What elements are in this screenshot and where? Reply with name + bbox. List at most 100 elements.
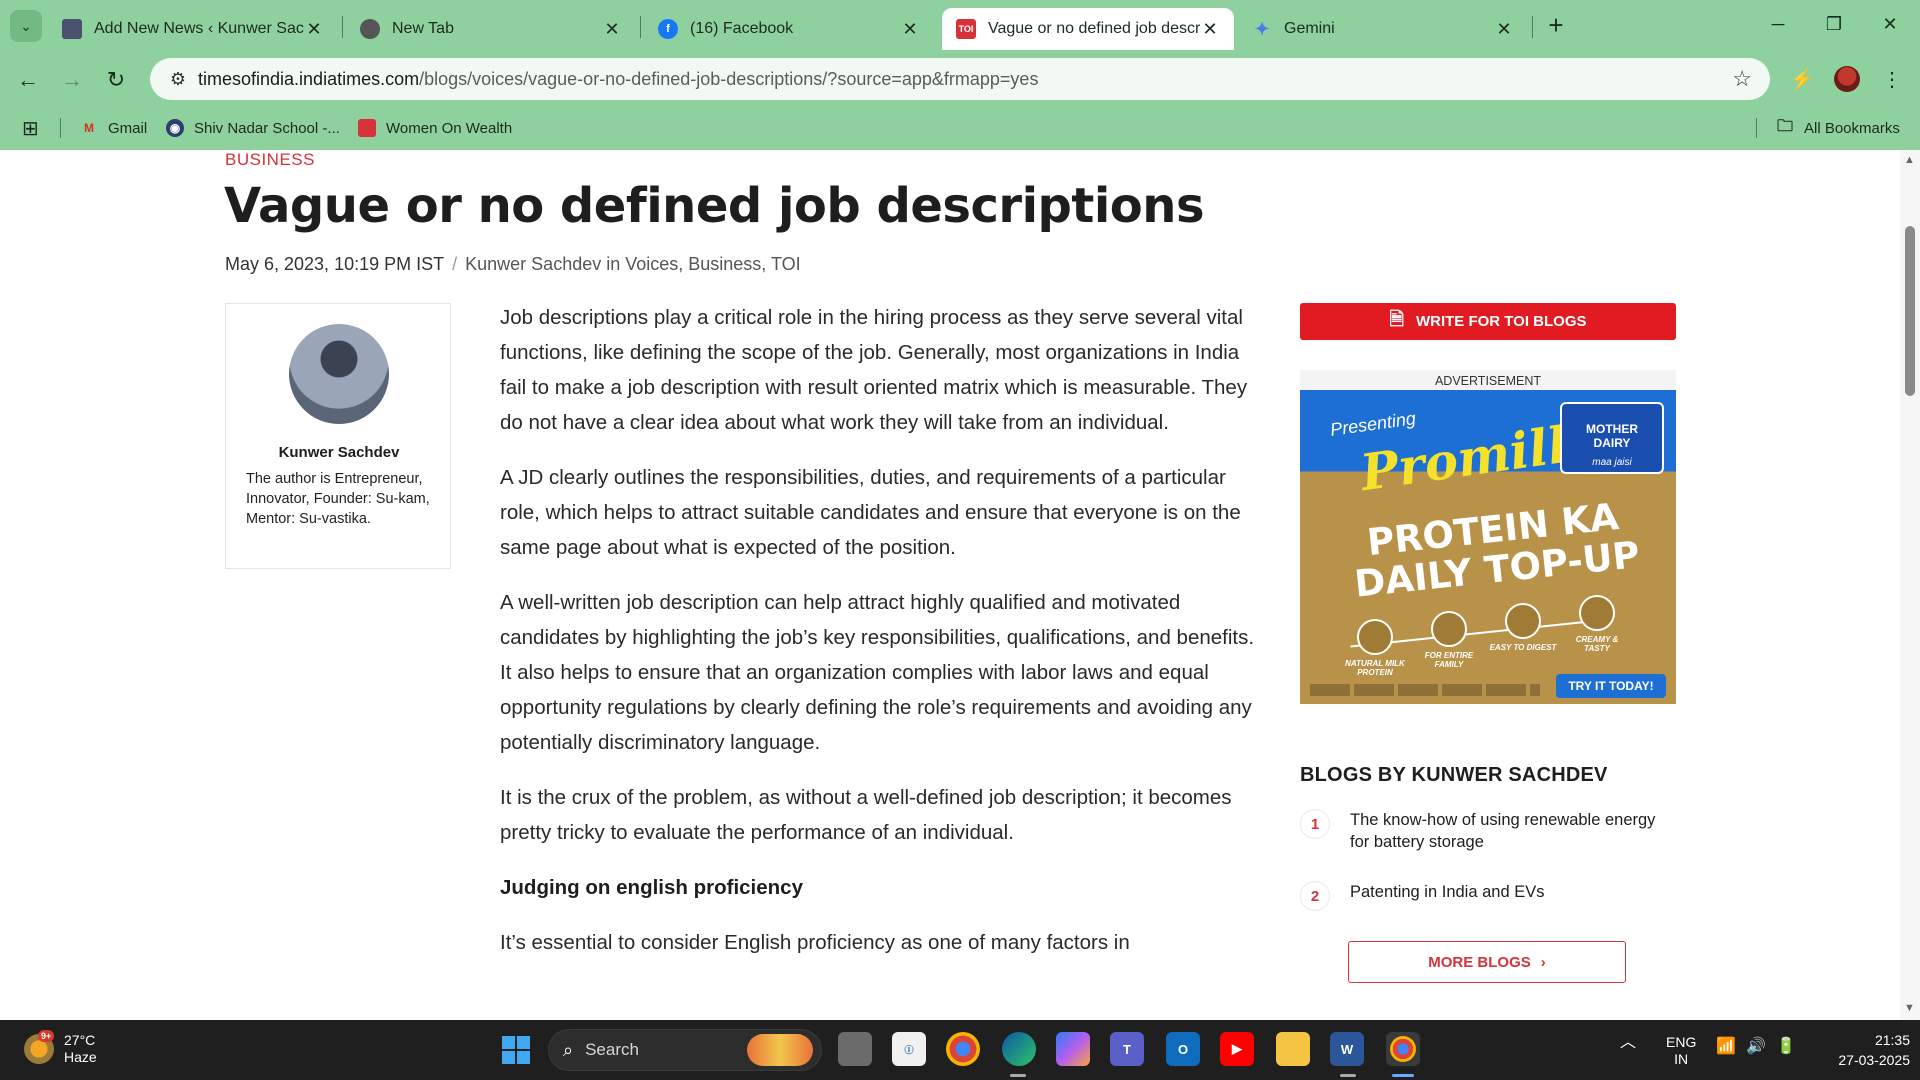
all-bookmarks-label: All Bookmarks — [1804, 119, 1900, 137]
tab-new-tab[interactable]: New Tab ✕ — [346, 8, 636, 50]
article-subheading: Judging on english proficiency — [500, 876, 803, 899]
ad-cta-button[interactable]: TRY IT TODAY! — [1556, 674, 1666, 698]
more-blogs-label: MORE BLOGS — [1428, 953, 1531, 971]
more-blogs-button[interactable]: MORE BLOGS › — [1348, 941, 1626, 983]
chrome-icon[interactable] — [946, 1032, 980, 1066]
blog-list-item[interactable]: 2 Patenting in India and EVs — [1300, 881, 1676, 921]
tray-overflow-chevron-icon[interactable]: ︿ — [1620, 1034, 1636, 1051]
promilk-ad-banner[interactable]: Presenting Promilk MOTHER DAIRY maa jais… — [1300, 390, 1676, 704]
author-name[interactable]: Kunwer Sachdev — [226, 444, 452, 461]
profile-avatar[interactable] — [1834, 66, 1860, 92]
copilot-icon[interactable] — [1056, 1032, 1090, 1066]
ad-presenting: Presenting — [1328, 408, 1417, 440]
tab-title: New Tab — [392, 20, 454, 37]
close-icon[interactable]: ✕ — [1494, 19, 1514, 40]
edge-icon[interactable] — [1002, 1032, 1036, 1066]
close-icon[interactable]: ✕ — [304, 19, 324, 40]
category-link[interactable]: BUSINESS — [225, 150, 315, 170]
author-bio: The author is Entrepreneur, Innovator, F… — [246, 471, 430, 527]
article-paragraph: It is the crux of the problem, as withou… — [500, 786, 1232, 844]
bookmark-divider — [1756, 118, 1757, 138]
menu-kebab-icon[interactable]: ⋮ — [1876, 64, 1908, 96]
scrollbar-thumb[interactable] — [1905, 226, 1915, 396]
write-for-toi-blogs-button[interactable]: 🗎 WRITE FOR TOI BLOGS — [1300, 303, 1676, 340]
teams-icon[interactable]: T — [1110, 1032, 1144, 1066]
new-tab-button[interactable]: + — [1540, 10, 1572, 42]
tab-gemini[interactable]: ✦ Gemini ✕ — [1238, 8, 1528, 50]
pinned-app-icon[interactable]: Ⓘ — [892, 1032, 926, 1066]
file-explorer-icon[interactable] — [1276, 1032, 1310, 1066]
school-icon: ◉ — [166, 119, 184, 137]
clock-time: 21:35 — [1874, 1032, 1910, 1048]
chrome-profile-icon[interactable] — [1386, 1032, 1420, 1066]
page-scrollbar[interactable]: ▲ ▼ — [1900, 150, 1920, 1020]
article-paragraph: Job descriptions play a critical role in… — [500, 306, 1248, 434]
tab-add-new-news[interactable]: Add New News ‹ Kunwer Sachdev ✕ — [48, 8, 338, 50]
language-indicator[interactable]: ENG IN — [1666, 1034, 1696, 1068]
ad-feature: NATURAL MILK PROTEIN — [1340, 619, 1410, 677]
youtube-icon[interactable]: ▶ — [1220, 1032, 1254, 1066]
forward-button[interactable]: → — [54, 62, 90, 98]
tab-search-button[interactable]: ⌄ — [10, 10, 42, 42]
close-window-button[interactable]: ✕ — [1862, 8, 1918, 40]
search-placeholder: Search — [585, 1040, 639, 1059]
close-icon[interactable]: ✕ — [900, 19, 920, 40]
author-photo[interactable] — [289, 324, 389, 424]
url-text[interactable]: timesofindia.indiatimes.com/blogs/voices… — [198, 69, 1038, 90]
tab-vague-job-descriptions[interactable]: TOI Vague or no defined job descriptions… — [942, 8, 1234, 50]
weather-widget[interactable]: 9+ 27°C Haze — [24, 1030, 97, 1066]
article-paragraph: It’s essential to consider English profi… — [500, 931, 1130, 954]
gemini-icon: ✦ — [1254, 18, 1270, 39]
ad-feature-label: FOR ENTIRE FAMILY — [1424, 651, 1474, 669]
chevron-right-icon: › — [1540, 953, 1546, 971]
blogs-by-author-heading: BLOGS BY KUNWER SACHDEV — [1300, 764, 1608, 786]
task-view-icon[interactable] — [838, 1032, 872, 1066]
language-top: ENG — [1666, 1034, 1697, 1050]
restore-button[interactable]: ❐ — [1806, 8, 1862, 40]
wow-icon — [358, 119, 376, 137]
apps-grid-icon[interactable]: ⊞ — [22, 116, 39, 140]
word-icon[interactable]: W — [1330, 1032, 1364, 1066]
blog-title[interactable]: The know-how of using renewable energy f… — [1350, 811, 1655, 851]
sidebar: 🗎 WRITE FOR TOI BLOGS ADVERTISEMENT Pres… — [1300, 303, 1676, 983]
tab-title: (16) Facebook — [690, 20, 794, 37]
article-title: Vague or no defined job descriptions — [224, 178, 1205, 234]
running-indicator — [1340, 1074, 1356, 1077]
address-bar[interactable]: ⚙ timesofindia.indiatimes.com/blogs/voic… — [150, 58, 1770, 100]
weather-desc: Haze — [64, 1049, 97, 1065]
family-icon — [1431, 611, 1467, 647]
blog-list-item[interactable]: 1 The know-how of using renewable energy… — [1300, 809, 1676, 853]
article-byline[interactable]: Kunwer Sachdev in Voices, Business, TOI — [465, 254, 801, 274]
blog-title[interactable]: Patenting in India and EVs — [1350, 883, 1544, 901]
bookmark-women-on-wealth[interactable]: Women On Wealth — [358, 116, 512, 140]
bookmark-label: Women On Wealth — [386, 119, 513, 137]
gmail-icon: M — [84, 121, 94, 135]
bookmark-shiv-nadar[interactable]: ◉ Shiv Nadar School -... — [166, 116, 340, 140]
bookmark-star-icon[interactable]: ☆ — [1732, 66, 1752, 92]
back-button[interactable]: ← — [10, 62, 46, 98]
scroll-up-arrow-icon[interactable]: ▲ — [1904, 154, 1915, 166]
ad-feature-label: NATURAL MILK PROTEIN — [1345, 659, 1405, 677]
outlook-icon[interactable]: O — [1166, 1032, 1200, 1066]
reload-button[interactable]: ↻ — [98, 62, 134, 98]
clock-date: 27-03-2025 — [1838, 1052, 1910, 1068]
digest-icon — [1505, 603, 1541, 639]
system-clock[interactable]: 21:35 27-03-2025 — [1810, 1030, 1910, 1070]
site-info-icon[interactable]: ⚙ — [158, 69, 198, 90]
volume-icon[interactable]: 🔊 — [1746, 1038, 1766, 1055]
extension-icon[interactable]: ⚡ — [1786, 64, 1818, 96]
weather-icon: 9+ — [24, 1030, 55, 1064]
battery-icon[interactable]: 🔋 — [1776, 1038, 1796, 1055]
close-icon[interactable]: ✕ — [1200, 19, 1220, 40]
close-icon[interactable]: ✕ — [602, 19, 622, 40]
bookmark-gmail[interactable]: M Gmail — [80, 116, 147, 140]
tab-facebook[interactable]: f (16) Facebook ✕ — [644, 8, 934, 50]
all-bookmarks-button[interactable]: 🗀 All Bookmarks — [1776, 116, 1900, 140]
windows-start-icon[interactable] — [502, 1036, 530, 1064]
ad-feature: CREAMY & TASTY — [1562, 595, 1632, 653]
bookmark-label: Gmail — [108, 119, 148, 137]
taskbar-search[interactable]: ⌕ Search — [548, 1029, 822, 1071]
scroll-down-arrow-icon[interactable]: ▼ — [1904, 1002, 1915, 1014]
minimize-button[interactable]: ─ — [1750, 8, 1806, 40]
wifi-icon[interactable]: 📶 — [1716, 1038, 1736, 1055]
